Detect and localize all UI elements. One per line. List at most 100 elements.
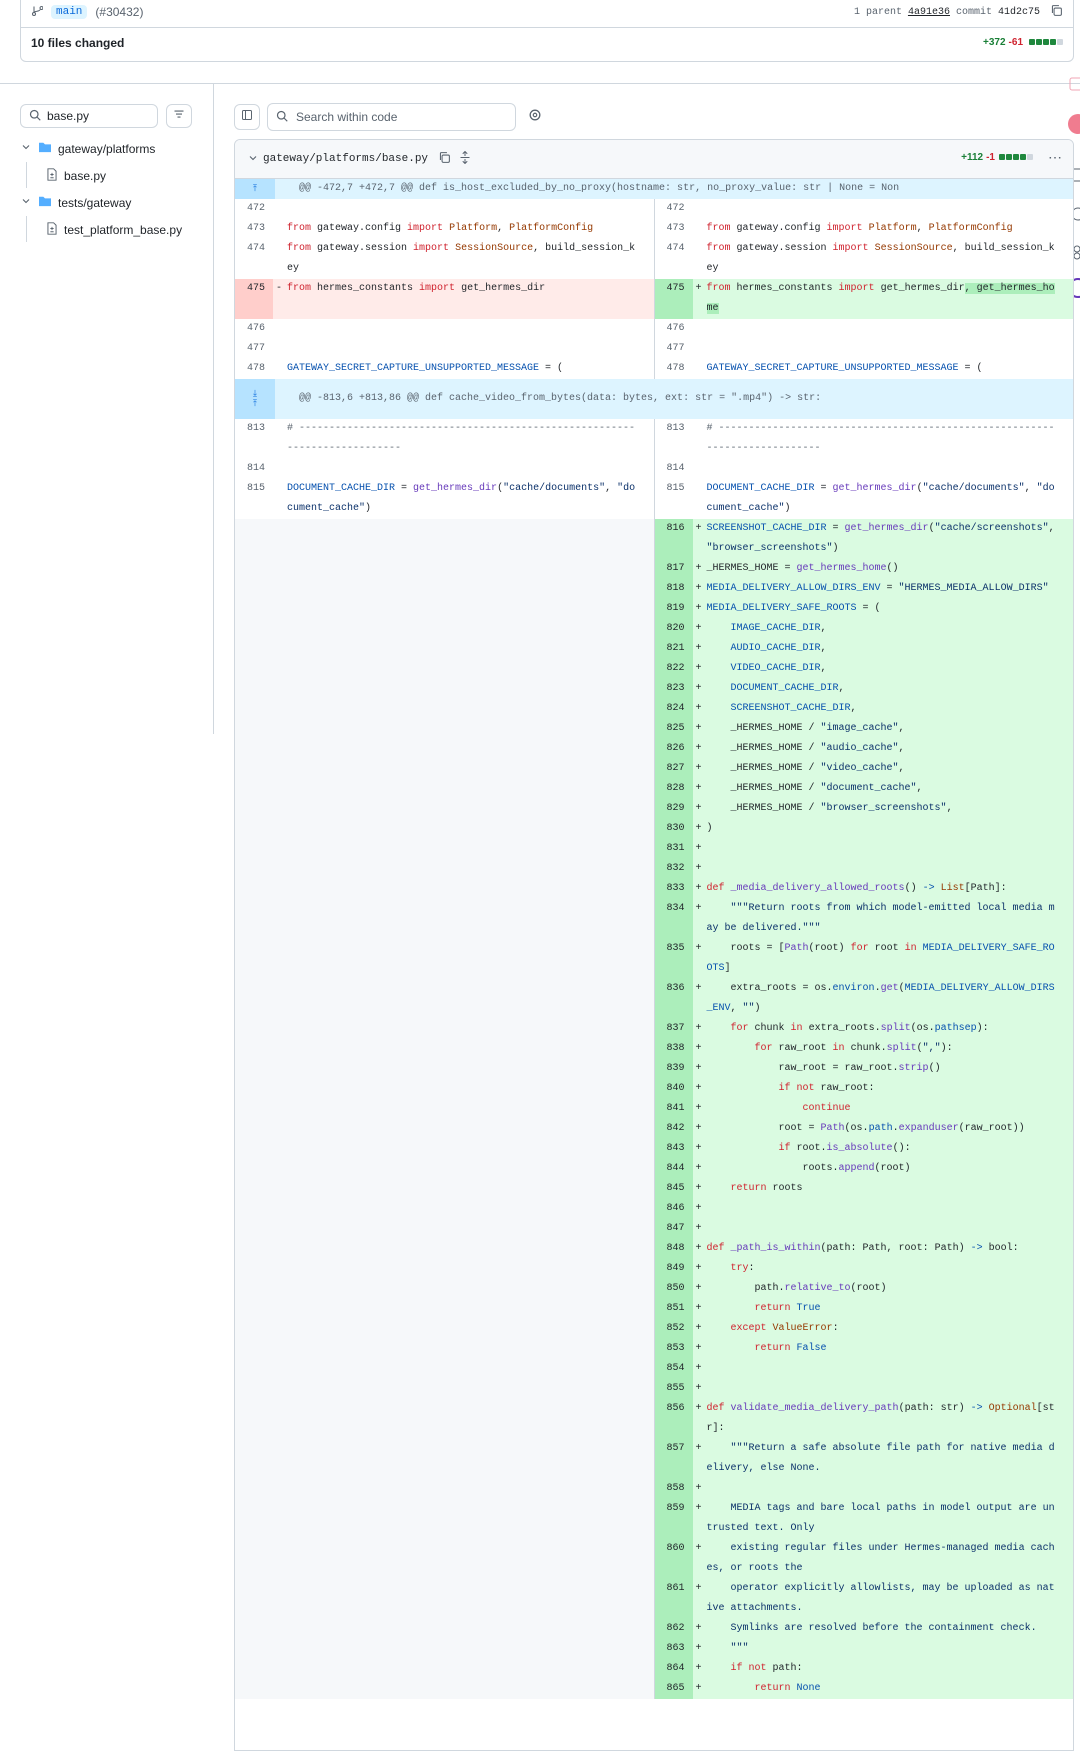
diff-row-added: 864 + if not path: [235, 1659, 1073, 1679]
diff-row-added: 847 + [235, 1219, 1073, 1239]
diff-row-added: 829 + _HERMES_HOME / "browser_screenshots… [235, 799, 1073, 819]
copy-icon[interactable] [1050, 4, 1063, 21]
file-additions: +112 [961, 152, 984, 163]
diff-row: 477 477 [235, 339, 1073, 359]
expand-both-button[interactable]: ⤓ ⤒ [235, 379, 275, 419]
file-deletions: -1 [986, 152, 995, 163]
tree-folder-gateway-platforms[interactable]: gateway/platforms [20, 141, 155, 156]
pr-number-link[interactable]: (#30432) [95, 5, 143, 19]
additions-count: +372 [983, 37, 1006, 48]
diff-row-added: 826 + _HERMES_HOME / "audio_cache", [235, 739, 1073, 759]
diff-row-added: 822 + VIDEO_CACHE_DIR, [235, 659, 1073, 679]
diff-row-added: 865 + return None [235, 1679, 1073, 1699]
file-header: gateway/platforms/base.py +112 -1 ⋯ [235, 140, 1073, 179]
diff-row-added: 827 + _HERMES_HOME / "video_cache", [235, 759, 1073, 779]
diff-row-added: 859 + MEDIA tags and bare local paths in … [235, 1499, 1073, 1539]
diff-row-added: 852 + except ValueError: [235, 1319, 1073, 1339]
commit-sha: 41d2c75 [997, 6, 1040, 18]
diff-row: 474 from gateway.session import SessionSo… [235, 239, 1073, 279]
diff-row-added: 835 + roots = [Path(root) for root in MED… [235, 939, 1073, 979]
file-path[interactable]: gateway/platforms/base.py [263, 153, 428, 165]
sidebar-collapse-icon [241, 108, 253, 126]
copy-icon[interactable] [438, 151, 451, 167]
commit-summary: main (#30432) 1 parent 4a91e36 commit 41… [20, 0, 1074, 62]
tree-folder-label: tests/gateway [58, 195, 132, 210]
tree-file-label: test_platform_base.py [64, 223, 183, 237]
search-within-code-input[interactable]: Search within code [267, 103, 516, 131]
gear-icon[interactable] [528, 108, 542, 127]
diff-row-added: 861 + operator explicitly allowlists, may… [235, 1579, 1073, 1619]
expand-all-icon[interactable] [459, 150, 471, 167]
git-branch-icon [31, 5, 44, 20]
file-diff-icon [46, 168, 58, 184]
file-filter-value: base.py [47, 109, 90, 123]
extension-avatar-icon[interactable] [1066, 113, 1080, 134]
diff-row-added: 830 +) [235, 819, 1073, 839]
file-filter-input[interactable]: base.py [20, 104, 158, 128]
diff-row: 815 DOCUMENT_CACHE_DIR = get_hermes_dir("… [235, 479, 1073, 519]
file-diff: gateway/platforms/base.py +112 -1 ⋯ ⤒ @@… [234, 139, 1074, 1751]
diff-row-added: 857 + """Return a safe absolute file path… [235, 1439, 1073, 1479]
chevron-down-icon [20, 195, 32, 210]
search-icon [29, 109, 41, 124]
diff-row-added: 851 + return True [235, 1299, 1073, 1319]
diff-row-added: 836 + extra_roots = os.environ.get(MEDIA_… [235, 979, 1073, 1019]
diff-row-added: 848 + def _path_is_within(path: Path, root… [235, 1239, 1073, 1259]
diff-row-added: 844 + roots.append(root) [235, 1159, 1073, 1179]
parent-sha-link[interactable]: 4a91e36 [908, 7, 950, 18]
filter-icon [173, 107, 185, 125]
diff-row-added: 854 + [235, 1359, 1073, 1379]
branch-label[interactable]: main [51, 5, 88, 19]
extension-icon[interactable] [1066, 74, 1080, 94]
diff-row-added: 843 + if root.is_absolute(): [235, 1139, 1073, 1159]
diff-row-added: 831 + [235, 839, 1073, 859]
diff-row-added: 819 + MEDIA_DELIVERY_SAFE_ROOTS = ( [235, 599, 1073, 619]
diff-row-added: 856 + def validate_media_delivery_path(pat… [235, 1399, 1073, 1439]
diff-row-added: 838 + for raw_root in chunk.split(","): [235, 1039, 1073, 1059]
diff-row-added: 833 + def _media_delivery_allowed_roots() … [235, 879, 1073, 899]
diff-row: 478 GATEWAY_SECRET_CAPTURE_UNSUPPORTED_ME… [235, 359, 1073, 379]
diff-row-added: 824 + SCREENSHOT_CACHE_DIR, [235, 699, 1073, 719]
tree-file-test-platform-base[interactable]: test_platform_base.py [46, 222, 182, 238]
folder-icon [38, 141, 52, 156]
diff-row-added: 839 + raw_root = raw_root.strip() [235, 1059, 1073, 1079]
chevron-down-icon[interactable] [247, 152, 259, 167]
diff-row-added: 853 + return False [235, 1339, 1073, 1359]
tree-file-label: base.py [64, 169, 107, 183]
diff-row-added: 840 + if not raw_root: [235, 1079, 1073, 1099]
diff-row: 813 # -----------------------------------… [235, 419, 1073, 459]
diff-row-added: 850 + path.relative_to(root) [235, 1279, 1073, 1299]
folder-icon [38, 195, 52, 210]
diff-row-added: 841 + continue [235, 1099, 1073, 1119]
diff-row-changed: 475- from hermes_constants import get_her… [235, 279, 1073, 319]
more-options-icon[interactable]: ⋯ [1048, 149, 1063, 166]
diff-row-added: 825 + _HERMES_HOME / "image_cache", [235, 719, 1073, 739]
diff-row-added: 834 + """Return roots from which model-em… [235, 899, 1073, 939]
deletions-count: -61 [1008, 37, 1023, 48]
search-placeholder: Search within code [296, 110, 398, 124]
diff-row-added: 845 + return roots [235, 1179, 1073, 1199]
filter-button[interactable] [166, 104, 192, 128]
diff-row-added: 818 + MEDIA_DELIVERY_ALLOW_DIRS_ENV = "HER… [235, 579, 1073, 599]
diff-row-added: 863 + """ [235, 1639, 1073, 1659]
diff-row-added: 849 + try: [235, 1259, 1073, 1279]
diff-row: 814 814 [235, 459, 1073, 479]
file-diffstat: +112 -1 [961, 152, 1033, 163]
tree-file-base-py[interactable]: base.py [46, 168, 106, 184]
expand-up-icon: ⤒ [253, 184, 257, 194]
parents-label: 1 parent [853, 6, 902, 18]
hunk-header: ⤓ ⤒ @@ -813,6 +813,86 @@ def cache_video_… [235, 379, 1073, 419]
search-icon [276, 110, 288, 125]
diff-row-added: 837 + for chunk in extra_roots.split(os.p… [235, 1019, 1073, 1039]
diff-row: 476 476 [235, 319, 1073, 339]
expand-down-icon: ⤓ [253, 389, 257, 399]
expand-up-button[interactable]: ⤒ [235, 179, 275, 199]
diff-row-added: 820 + IMAGE_CACHE_DIR, [235, 619, 1073, 639]
diff-row: 472 472 [235, 199, 1073, 219]
tree-folder-tests-gateway[interactable]: tests/gateway [20, 195, 131, 210]
toggle-tree-button[interactable] [234, 104, 260, 130]
diff-row-added: 823 + DOCUMENT_CACHE_DIR, [235, 679, 1073, 699]
diff-table: ⤒ @@ -472,7 +472,7 @@ def is_host_exclud… [235, 179, 1073, 1699]
diff-row-added: 846 + [235, 1199, 1073, 1219]
diff-row-added: 816 + SCREENSHOT_CACHE_DIR = get_hermes_di… [235, 519, 1073, 559]
